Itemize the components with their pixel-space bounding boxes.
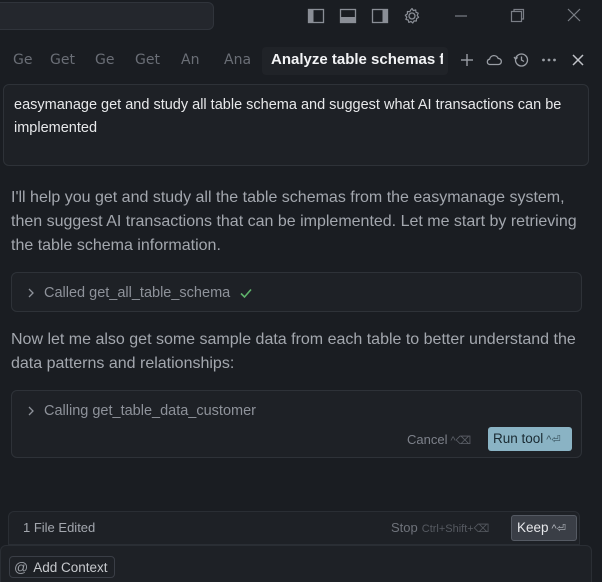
tab-chat-1[interactable]: Ge (13, 49, 32, 71)
stop-button[interactable]: Stop Ctrl+Shift+⌫ (391, 520, 489, 535)
settings-gear-icon[interactable] (402, 6, 422, 26)
minimize-icon[interactable] (449, 5, 473, 27)
tab-chat-4[interactable]: Get (135, 49, 160, 71)
tab-chat-6[interactable]: Ana (224, 49, 251, 71)
tool-call-label: Calling get_table_data_customer (44, 403, 256, 419)
history-icon[interactable] (511, 50, 531, 70)
command-center-search[interactable] (0, 2, 214, 30)
files-edited-bar: 1 File Edited Stop Ctrl+Shift+⌫ Keep ^⏎ (8, 511, 580, 545)
cloud-icon[interactable] (484, 50, 504, 70)
toggle-secondary-sidebar-icon[interactable] (370, 6, 390, 26)
window-close-icon[interactable] (562, 5, 586, 27)
title-bar (0, 0, 602, 34)
run-tool-button[interactable]: Run tool ^⏎ (488, 427, 572, 451)
check-icon (238, 285, 254, 301)
chat-tab-bar: Ge Get Ge Get An Ana Analyze table schem… (0, 38, 602, 82)
cancel-button[interactable]: Cancel ^⌫ (407, 429, 471, 451)
assistant-intro-text: I'll help you get and study all the tabl… (11, 189, 577, 254)
tab-chat-5[interactable]: An (181, 49, 199, 71)
add-context-button[interactable]: @ Add Context (9, 556, 115, 578)
chat-composer[interactable]: @ Add Context (0, 545, 592, 582)
more-icon[interactable] (539, 50, 559, 70)
user-prompt-message[interactable]: easymanage get and study all table schem… (3, 84, 589, 166)
toggle-sidebar-icon[interactable] (306, 6, 326, 26)
chevron-right-icon[interactable] (24, 404, 38, 418)
at-sign-icon: @ (14, 559, 29, 575)
assistant-followup-text: Now let me also get some sample data fro… (11, 331, 576, 372)
tool-call-card-1[interactable]: Called get_all_table_schema (11, 272, 582, 312)
plus-icon[interactable] (457, 50, 477, 70)
tab-chat-3[interactable]: Ge (95, 49, 114, 71)
chevron-right-icon[interactable] (24, 286, 38, 300)
restore-icon[interactable] (505, 5, 529, 27)
close-icon[interactable] (568, 50, 588, 70)
keep-button[interactable]: Keep ^⏎ (511, 515, 577, 541)
tab-chat-active[interactable]: Analyze table schemas fo (271, 49, 443, 71)
tool-call-label: Called get_all_table_schema (44, 285, 231, 301)
tab-chat-2[interactable]: Get (50, 49, 75, 71)
files-edited-count[interactable]: 1 File Edited (23, 520, 95, 535)
tool-call-card-2: Calling get_table_data_customer Cancel ^⌫… (11, 390, 582, 458)
toggle-panel-icon[interactable] (338, 6, 358, 26)
